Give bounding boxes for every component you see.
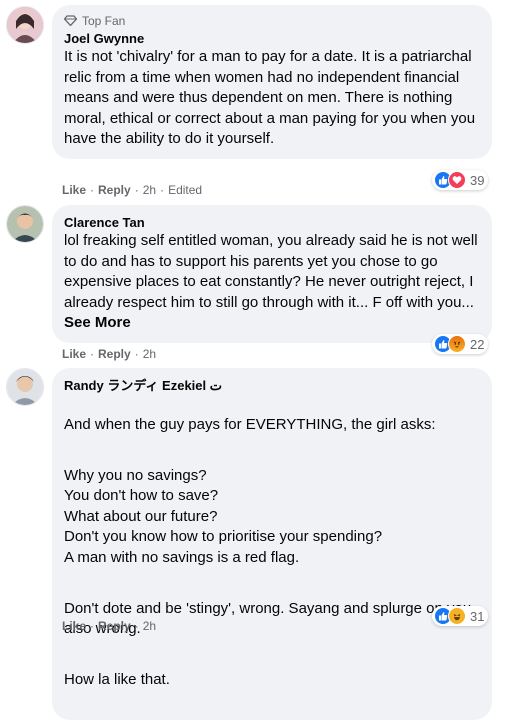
angry-icon (448, 335, 466, 353)
comment-bubble: Top Fan Joel Gwynne It is not 'chivalry'… (52, 5, 492, 159)
reaction-summary[interactable]: 22 (432, 334, 489, 354)
haha-icon (448, 607, 466, 625)
reaction-summary[interactable]: 31 (432, 606, 489, 626)
comment-paragraph: It is not 'chivalry' for a man to pay fo… (64, 48, 476, 147)
comment-text: It is not 'chivalry' for a man to pay fo… (64, 47, 480, 150)
comment-paragraph: How la like that. (64, 671, 170, 688)
reaction-count: 31 (470, 608, 485, 624)
comment-actions: Like · Reply · 2h (62, 619, 157, 633)
love-icon (448, 171, 466, 189)
comment-text: lol freaking self entitled woman, you al… (64, 231, 480, 334)
avatar[interactable] (6, 368, 44, 406)
see-more-link[interactable]: See More (64, 314, 131, 331)
timestamp[interactable]: 2h (143, 619, 156, 633)
comment-bubble: Randy ランディ Ezekiel ت And when the guy pa… (52, 368, 492, 720)
reaction-summary[interactable]: 39 (432, 170, 489, 190)
avatar[interactable] (6, 205, 44, 243)
reaction-count: 39 (470, 172, 485, 188)
badge-label: Top Fan (82, 13, 126, 28)
comment-paragraph: And when the guy pays for EVERYTHING, th… (64, 415, 436, 433)
reaction-count: 22 (470, 336, 485, 352)
author-name[interactable]: Joel Gwynne (64, 30, 480, 47)
comment-actions: Like · Reply · 2h (62, 347, 157, 361)
reply-link[interactable]: Reply (98, 619, 131, 633)
like-link[interactable]: Like (62, 619, 86, 633)
timestamp[interactable]: 2h (143, 183, 156, 197)
author-name[interactable]: Randy ランディ Ezekiel ت (64, 377, 480, 394)
comment-actions: Like · Reply · 2h · Edited (62, 183, 203, 197)
diamond-icon (64, 15, 77, 26)
author-name[interactable]: Clarence Tan (64, 214, 480, 231)
like-link[interactable]: Like (62, 183, 86, 197)
comment-text: And when the guy pays for EVERYTHING, th… (64, 394, 480, 711)
comment-paragraph: lol freaking self entitled woman, you al… (64, 232, 478, 311)
timestamp[interactable]: 2h (143, 347, 156, 361)
top-fan-badge: Top Fan (64, 13, 480, 28)
comment-bubble: Clarence Tan lol freaking self entitled … (52, 205, 492, 343)
reply-link[interactable]: Reply (98, 183, 131, 197)
reply-link[interactable]: Reply (98, 347, 131, 361)
like-link[interactable]: Like (62, 347, 86, 361)
comment-paragraph: Why you no savings? You don't how to sav… (64, 466, 383, 566)
avatar[interactable] (6, 6, 44, 44)
edited-label[interactable]: Edited (168, 183, 202, 197)
